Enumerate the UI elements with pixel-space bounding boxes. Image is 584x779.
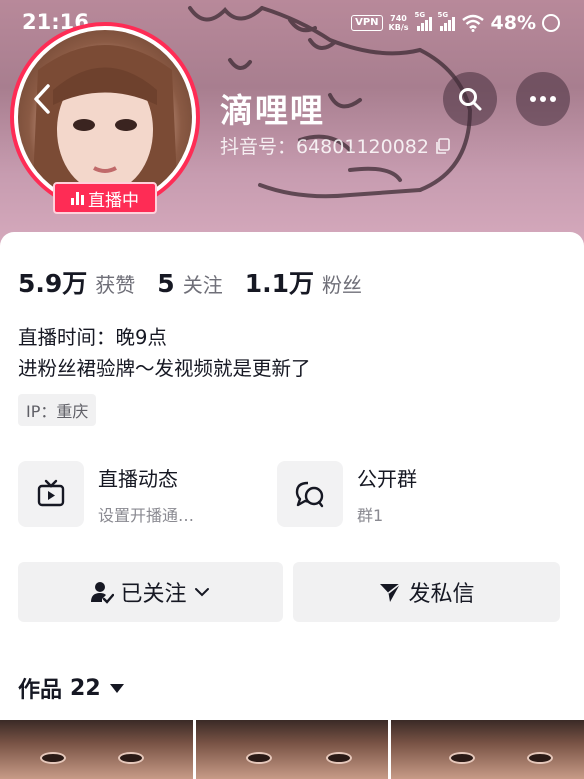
douyin-id[interactable]: 抖音号：64801120082 <box>220 132 451 159</box>
more-button[interactable] <box>516 72 570 126</box>
network-type-1: 5G <box>414 11 426 19</box>
stat-followers-label: 粉丝 <box>322 273 362 297</box>
stat-following-label: 关注 <box>182 273 223 297</box>
wifi-icon <box>461 14 484 32</box>
status-indicators: VPN 740 KB/s 5G 5G 48% <box>351 11 560 34</box>
profile-bio: 直播时间：晚9点 进粉丝裙验牌～发视频就是更新了 <box>18 322 311 384</box>
live-bars-icon <box>71 191 84 205</box>
send-icon <box>380 583 401 602</box>
network-type-2: 5G <box>437 11 449 19</box>
back-button[interactable] <box>26 78 60 120</box>
live-badge-label: 直播中 <box>88 190 139 211</box>
video-thumbnail[interactable] <box>0 720 193 779</box>
signal-icon-2: 5G <box>438 11 455 31</box>
followed-button-label: 已关注 <box>120 582 187 607</box>
chat-group-icon <box>277 461 343 527</box>
profile-card: 5.9万 获赞 5 关注 1.1万 粉丝 直播时间：晚9点 进粉丝裙验牌～发视频… <box>0 232 584 779</box>
ip-location-tag: IP：重庆 <box>18 394 97 426</box>
works-label: 作品 <box>18 678 63 703</box>
bio-line-2: 进粉丝裙验牌～发视频就是更新了 <box>18 357 311 380</box>
bio-line-1: 直播时间：晚9点 <box>18 326 167 349</box>
stat-followers[interactable]: 1.1万 粉丝 <box>245 264 362 300</box>
battery-percent: 48% <box>490 12 536 34</box>
caret-down-icon <box>109 684 124 693</box>
followed-button[interactable]: 已关注 <box>18 562 283 622</box>
live-updates-subtitle: 设置开播通… <box>98 505 195 525</box>
public-group-subtitle: 群1 <box>357 505 384 525</box>
send-message-button[interactable]: 发私信 <box>293 562 560 622</box>
user-check-icon <box>91 582 115 604</box>
more-dots-icon <box>530 96 556 102</box>
douyin-id-text: 抖音号：64801120082 <box>220 136 429 158</box>
vpn-icon: VPN <box>351 15 383 31</box>
stat-following[interactable]: 5 关注 <box>157 269 222 298</box>
network-speed-value: 740 <box>390 14 407 23</box>
video-thumbnail[interactable] <box>391 720 584 779</box>
profile-nickname: 滴哩哩 <box>220 91 325 130</box>
network-speed: 740 KB/s <box>389 14 409 32</box>
chevron-left-icon <box>34 84 50 114</box>
stat-likes-label: 获赞 <box>95 273 136 297</box>
chevron-down-icon <box>194 588 209 597</box>
stat-likes-value: 5.9万 <box>18 269 88 298</box>
stat-likes[interactable]: 5.9万 获赞 <box>18 264 135 300</box>
stat-followers-value: 1.1万 <box>244 269 314 298</box>
search-icon <box>459 88 482 111</box>
works-count: 22 <box>70 675 101 701</box>
signal-icon-1: 5G <box>415 11 432 31</box>
stat-following-value: 5 <box>157 269 175 298</box>
tab-works[interactable]: 作品 22 <box>18 672 125 704</box>
works-grid <box>0 720 584 779</box>
live-updates-entry[interactable]: 直播动态 设置开播通… <box>18 461 194 527</box>
profile-header: 21:16 VPN 740 KB/s 5G 5G 48% 直播中 滴哩哩 抖音号… <box>0 0 584 250</box>
tv-icon <box>18 461 84 527</box>
profile-stats: 5.9万 获赞 5 关注 1.1万 粉丝 <box>18 264 362 300</box>
live-badge[interactable]: 直播中 <box>53 182 157 214</box>
live-updates-title: 直播动态 <box>98 466 178 491</box>
battery-icon <box>542 14 560 32</box>
network-speed-unit: KB/s <box>388 23 409 32</box>
copy-icon <box>436 137 450 154</box>
send-message-label: 发私信 <box>408 582 475 607</box>
video-thumbnail[interactable] <box>195 720 389 779</box>
public-group-entry[interactable]: 公开群 群1 <box>277 461 417 527</box>
public-group-title: 公开群 <box>357 466 417 491</box>
search-button[interactable] <box>443 72 497 126</box>
